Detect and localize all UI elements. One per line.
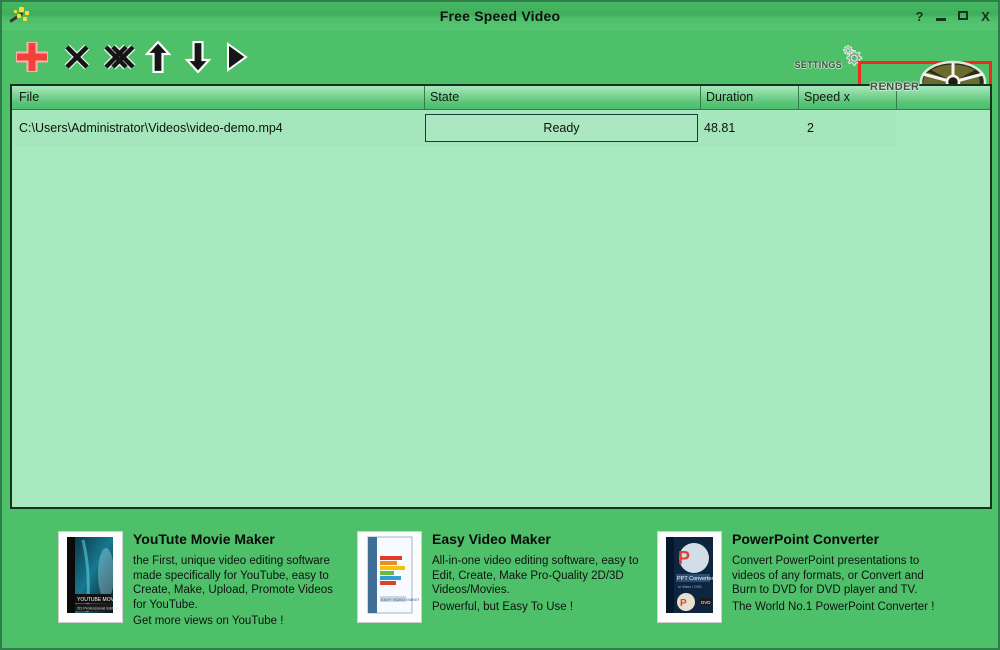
svg-text:P: P (680, 598, 687, 609)
svg-text:EASY VIDEO MAKER: EASY VIDEO MAKER (381, 597, 419, 602)
column-header-file[interactable]: File (12, 86, 424, 109)
svg-text:YOUTUBE MOVIE MAKER: YOUTUBE MOVIE MAKER (77, 597, 120, 603)
powerpoint-converter-boxart[interactable]: P PPT Converter to Video / DVD P DVD (657, 531, 722, 623)
settings-button[interactable]: Settings (795, 40, 866, 74)
easy-video-maker-boxart[interactable]: EASY VIDEO MAKER (357, 531, 422, 623)
promo-description: All-in-one video editing software, easy … (432, 555, 639, 596)
promo-description: the First, unique video editing software… (133, 555, 333, 611)
promo-title[interactable]: YouTute Movie Maker (133, 531, 333, 547)
file-list-panel[interactable]: File State Duration Speed x C:\Users\Admini… (10, 84, 992, 509)
svg-text:P: P (678, 548, 690, 568)
add-file-button[interactable] (10, 30, 54, 84)
svg-text:DVD: DVD (701, 600, 711, 605)
promo-text: YouTute Movie Maker the First, unique vid… (133, 531, 333, 631)
column-header-state[interactable]: State (424, 86, 700, 109)
close-button[interactable]: X (979, 9, 992, 23)
promo-title[interactable]: PowerPoint Converter (732, 531, 934, 547)
toolbar: Settings Render (2, 30, 998, 109)
promo-text: PowerPoint Converter Convert PowerPoint p… (732, 531, 934, 631)
arrow-down-icon (185, 41, 211, 73)
promo-tagline: The World No.1 PowerPoint Converter ! (732, 600, 935, 613)
svg-text:PPT Converter: PPT Converter (677, 576, 713, 582)
window-controls: ? X (913, 2, 992, 30)
maximize-button[interactable] (957, 9, 970, 23)
ad-youtube-movie-maker[interactable]: YOUTUBE MOVIE MAKER 2D Professional Editi… (58, 531, 333, 631)
remove-file-button[interactable] (60, 30, 94, 84)
play-icon (227, 42, 248, 72)
promo-tagline: Get more views on YouTube ! (133, 615, 284, 627)
remove-all-button[interactable] (100, 30, 138, 84)
x-icon (64, 44, 90, 70)
cell-duration: 48.81 (704, 121, 736, 135)
promo-description: Convert PowerPoint presentations to vide… (732, 555, 924, 596)
plus-icon (16, 42, 48, 72)
cell-speed: 2 (807, 121, 814, 135)
svg-text:to Video / DVD: to Video / DVD (678, 585, 702, 589)
render-label: Render (870, 77, 920, 94)
move-up-button[interactable] (142, 30, 174, 84)
double-x-icon (103, 44, 136, 70)
ad-powerpoint-converter[interactable]: P PPT Converter to Video / DVD P DVD PowerPoi… (657, 531, 934, 631)
play-button[interactable] (222, 30, 252, 84)
promo-text: Easy Video Maker All-in-one video editing… (432, 531, 638, 631)
window-title: Free Speed Video (439, 8, 561, 24)
title-bar: Free Speed Video ? X (2, 2, 998, 30)
minimize-button[interactable] (935, 9, 948, 23)
app-window: Free Speed Video ? X settings render Fil… (0, 0, 1000, 650)
promo-panel: YOUTUBE MOVIE MAKER 2D Professional Editi… (2, 511, 998, 648)
promo-title[interactable]: Easy Video Maker (432, 531, 638, 547)
svg-text:2D Professional Edition: 2D Professional Edition (77, 606, 119, 611)
cell-file: C:\Users\Administrator\Videos\video-demo… (19, 121, 283, 135)
ad-easy-video-maker[interactable]: EASY VIDEO MAKER Easy Video Maker All-in-o… (357, 531, 638, 631)
column-header-duration[interactable]: Duration (700, 86, 798, 109)
settings-label: Settings (794, 56, 842, 71)
help-button[interactable]: ? (913, 9, 926, 23)
youtute-movie-maker-boxart[interactable]: YOUTUBE MOVIE MAKER 2D Professional Editi… (58, 531, 123, 623)
move-down-button[interactable] (182, 30, 214, 84)
state-progress-box: Ready (425, 114, 698, 142)
promo-tagline: Powerful, but Easy To Use ! (432, 600, 574, 613)
arrow-up-icon (145, 41, 171, 73)
file-list-header: File State Duration Speed x (12, 86, 990, 110)
